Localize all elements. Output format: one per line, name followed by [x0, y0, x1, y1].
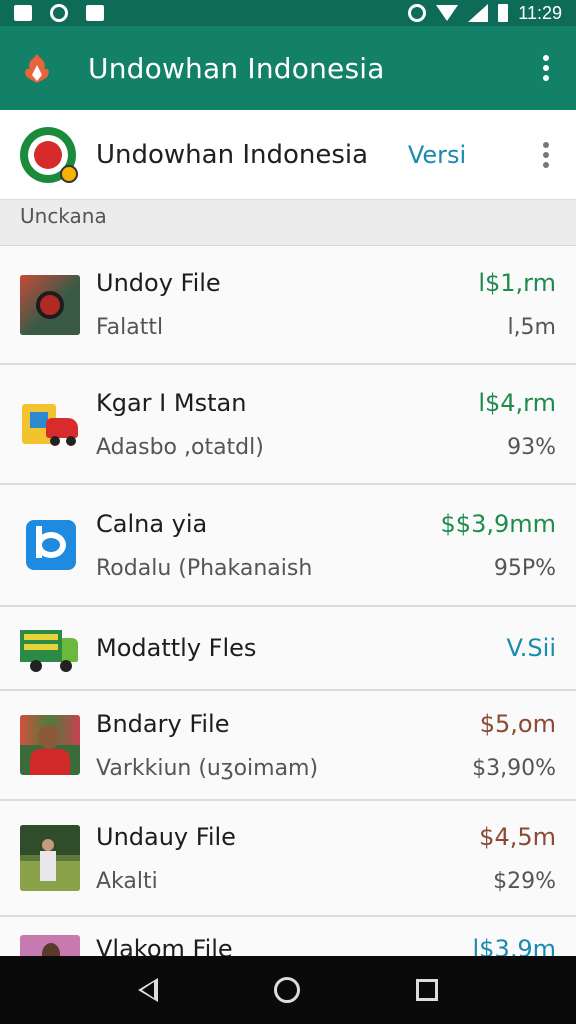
item-price: l$4,rm — [478, 388, 556, 417]
back-triangle-icon[interactable] — [138, 978, 158, 1002]
clock-time: 11:29 — [518, 2, 562, 23]
header-card[interactable]: Undowhan Indonesia Versi — [0, 110, 576, 200]
app-title: Undowhan Indonesia — [88, 51, 385, 85]
more-vert-icon[interactable] — [536, 55, 556, 81]
flame-logo-icon[interactable] — [20, 51, 54, 85]
section-label: Unckana — [0, 200, 576, 246]
list-item[interactable]: Modattly Fles V.Sii — [0, 607, 576, 691]
file-list: Undoy File Falattl l$1,rm l,5m Kgar I Ms… — [0, 246, 576, 977]
app-bar: Undowhan Indonesia — [0, 26, 576, 110]
list-item[interactable]: Kgar I Mstan Adasbo ,otatdl) l$4,rm 93% — [0, 365, 576, 485]
item-version: V.Sii — [506, 634, 556, 662]
item-title: Kgar I Mstan — [96, 388, 247, 417]
item-subtitle: Adasbo ,otatdl) — [96, 434, 264, 460]
truck-icon — [20, 618, 80, 678]
item-size: l,5m — [507, 315, 556, 340]
item-title: Modattly Fles — [96, 634, 257, 662]
status-bar: 11:29 — [0, 0, 576, 26]
notification-icon — [86, 5, 104, 21]
item-title: Calna yia — [96, 509, 208, 538]
battery-icon — [498, 4, 509, 22]
item-price: $$3,9mm — [440, 509, 556, 538]
item-subtitle: Akalti — [96, 868, 158, 894]
signal-icon — [468, 4, 489, 22]
item-price: $4,5m — [479, 822, 556, 851]
chrome-app-icon — [20, 126, 78, 183]
item-price: $5,om — [479, 709, 556, 738]
badge-icon — [60, 164, 78, 183]
more-vert-icon[interactable] — [536, 141, 556, 168]
navigation-bar — [0, 956, 576, 1024]
b-app-icon — [26, 520, 76, 570]
item-percent: $29% — [493, 868, 556, 894]
item-subtitle: Varkkiun (uʒoimam) — [96, 755, 319, 781]
item-subtitle: Falattl — [96, 315, 164, 340]
item-price: l$1,rm — [478, 269, 556, 297]
home-circle-icon[interactable] — [274, 977, 300, 1003]
list-item[interactable]: Calna yia Rodalu (Phakanaish $$3,9mm 95P… — [0, 485, 576, 607]
person-photo — [20, 715, 80, 775]
item-subtitle: Rodalu (Phakanaish — [96, 555, 313, 581]
wifi-icon — [436, 5, 459, 21]
item-title: Bndary File — [96, 709, 230, 738]
gmail-icon — [14, 5, 32, 21]
item-percent: 95P% — [493, 555, 556, 581]
outdoor-photo — [20, 825, 80, 891]
recents-square-icon[interactable] — [416, 979, 438, 1001]
item-title: Undauy File — [96, 822, 236, 851]
list-item[interactable]: Bndary File Varkkiun (uʒoimam) $5,om $3,… — [0, 691, 576, 801]
version-link[interactable]: Versi — [408, 141, 466, 169]
toy-car-icon — [20, 394, 80, 454]
item-title: Undoy File — [96, 269, 221, 297]
camera-app-icon — [20, 274, 80, 335]
sync-icon — [50, 4, 68, 22]
item-percent: 93% — [507, 434, 556, 460]
header-title: Undowhan Indonesia — [96, 139, 369, 170]
item-percent: $3,90% — [472, 755, 556, 781]
list-item[interactable]: Undoy File Falattl l$1,rm l,5m — [0, 246, 576, 365]
alarm-icon — [408, 4, 427, 22]
list-item[interactable]: Undauy File Akalti $4,5m $29% — [0, 801, 576, 917]
